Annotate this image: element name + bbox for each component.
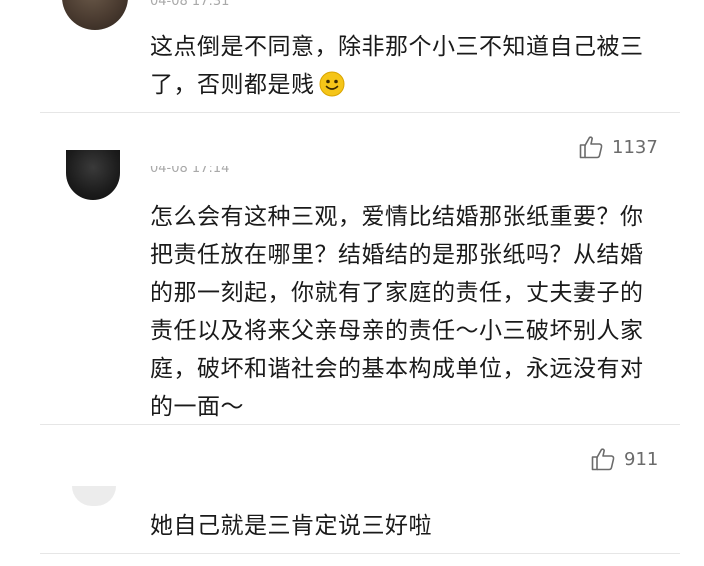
comment-feed: 04-08 17:31 这点倒是不同意，除非那个小三不知道自己被三了，否则都是贱… (0, 0, 704, 566)
comment-text-content: 这点倒是不同意，除非那个小三不知道自己被三了，否则都是贱 (150, 34, 644, 98)
like-count: 1137 (612, 136, 658, 158)
divider (40, 424, 680, 425)
comment-text: 怎么会有这种三观，爱情比结婚那张纸重要？你把责任放在哪里？结婚结的是那张纸吗？从… (150, 204, 644, 420)
thumbs-up-icon (578, 134, 604, 160)
comment-timestamp: 04-08 17:31 (150, 0, 230, 9)
comment-text: 她自己就是三肯定说三好啦 (150, 513, 432, 539)
like-button[interactable]: 1137 (578, 132, 658, 162)
divider (40, 112, 680, 113)
smiley-emoji-icon (319, 71, 345, 109)
avatar[interactable] (66, 150, 120, 200)
like-count: 911 (624, 448, 659, 470)
divider (40, 553, 680, 554)
comment-text: 这点倒是不同意，除非那个小三不知道自己被三了，否则都是贱 (150, 28, 650, 109)
avatar[interactable] (62, 0, 128, 30)
comment-timestamp: 04-08 17:14 (150, 166, 230, 176)
like-button[interactable]: 911 (590, 444, 658, 474)
avatar[interactable] (72, 486, 116, 506)
thumbs-up-icon (590, 446, 616, 472)
